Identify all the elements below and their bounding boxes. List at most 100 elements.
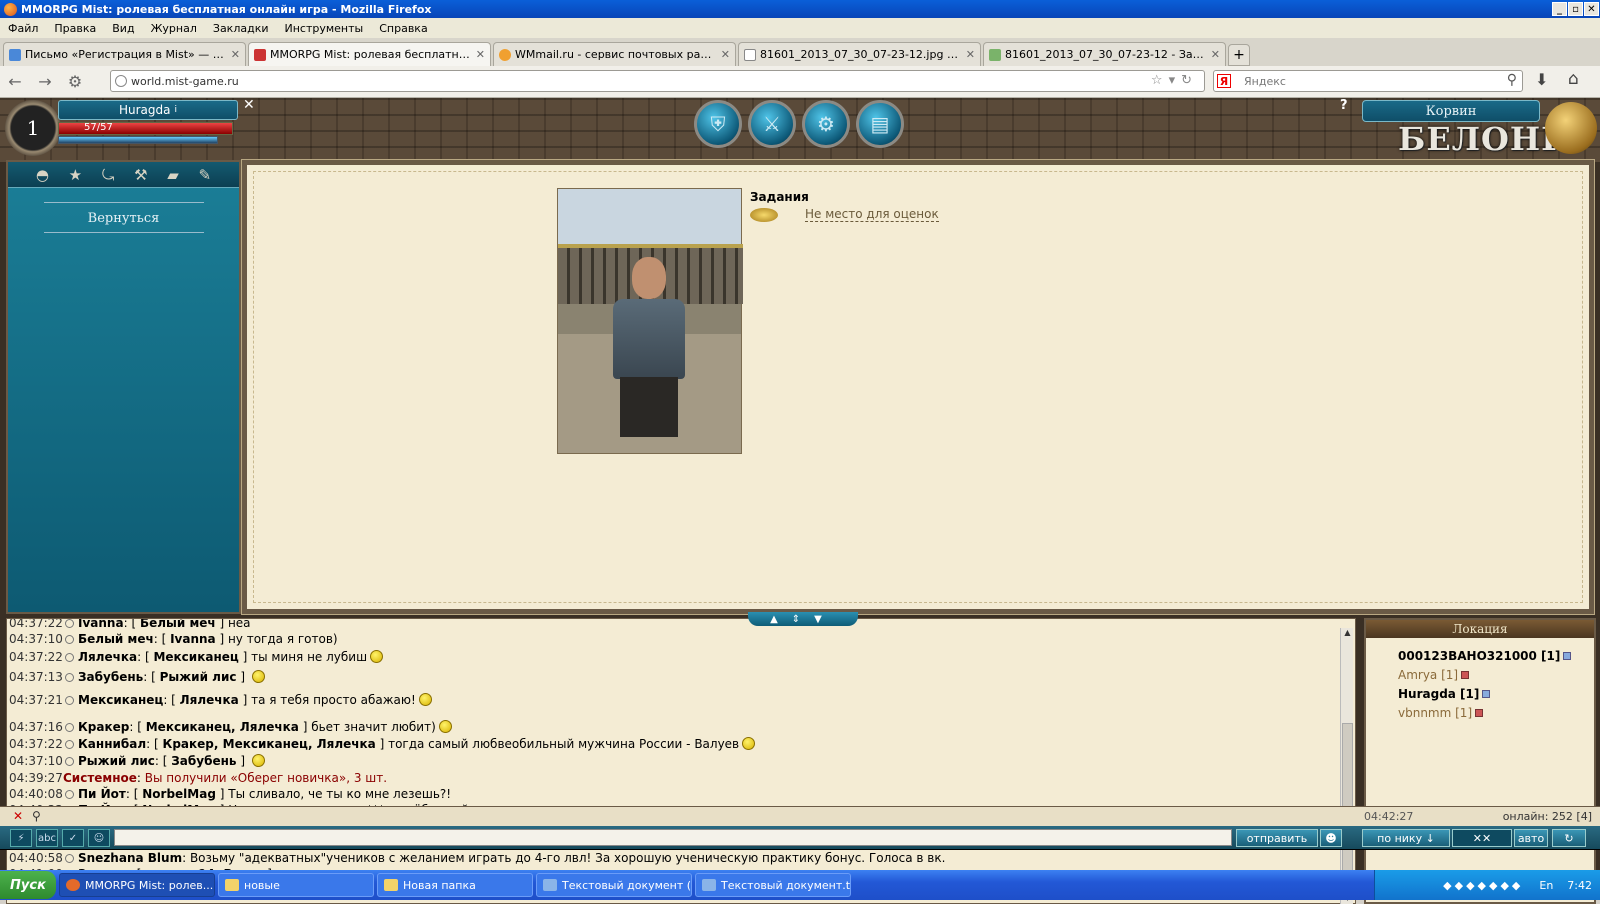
chat-author[interactable]: Забубень <box>78 670 143 684</box>
menu-help[interactable]: Справка <box>371 22 435 35</box>
task-folder-new[interactable]: новые <box>218 873 374 897</box>
back-link[interactable]: Вернуться <box>8 211 239 226</box>
scroll-up-icon[interactable]: ▲ <box>1342 628 1353 639</box>
user-info-icon[interactable] <box>1563 652 1572 660</box>
location-user[interactable]: Amrya [1] <box>1398 668 1470 682</box>
menu-edit[interactable]: Правка <box>46 22 104 35</box>
tab-close-icon[interactable]: ✕ <box>476 48 485 61</box>
search-chat-icon[interactable]: ⚲ <box>32 809 41 823</box>
user-info-icon[interactable] <box>1482 690 1491 698</box>
tab-mist-game[interactable]: MMORPG Mist: ролевая бесплатная онл... ✕ <box>248 42 491 66</box>
chat-recipient[interactable]: Забубень <box>171 754 236 768</box>
filter-icon[interactable]: ⚡ <box>10 829 32 847</box>
chat-recipient[interactable]: Кракер, Мексиканец, Лялечка <box>163 737 376 751</box>
chat-recipient[interactable]: Белый меч <box>140 619 216 630</box>
new-tab-button[interactable]: + <box>1228 44 1250 66</box>
tab-wmmail[interactable]: WMmail.ru - сервис почтовых рассылок... … <box>493 42 736 66</box>
help-icon[interactable]: ? <box>1340 98 1348 113</box>
tab-upload[interactable]: 81601_2013_07_30_07-23-12 - Заливка... ✕ <box>983 42 1226 66</box>
chat-scrollbar[interactable]: ▲ ▼ <box>1340 628 1353 904</box>
by-nick-button[interactable]: по нику ↓ <box>1362 829 1450 847</box>
refresh-icon[interactable]: ↻ <box>1552 829 1586 847</box>
user-info-icon[interactable] <box>65 757 74 766</box>
download-icon[interactable]: ⬇ <box>1535 70 1548 89</box>
menu-bookmarks[interactable]: Закладки <box>205 22 277 35</box>
chat-author[interactable]: Мексиканец <box>78 693 163 707</box>
chat-author[interactable]: Белый меч <box>78 632 154 646</box>
user-info-icon[interactable] <box>1461 671 1470 679</box>
close-window-icon[interactable]: ✕ <box>1584 2 1599 16</box>
tab-close-icon[interactable]: ✕ <box>966 48 975 61</box>
translit-icon[interactable]: abc <box>36 829 58 847</box>
chat-author[interactable]: Лялечка <box>78 650 137 664</box>
auto-button[interactable]: авто <box>1514 829 1548 847</box>
minimize-icon[interactable]: _ <box>1552 2 1567 16</box>
chat-author[interactable]: Кракер <box>78 720 129 734</box>
location-user[interactable]: vbnnmm [1] <box>1398 706 1484 720</box>
character-name-bar[interactable]: Huragda i <box>58 100 238 120</box>
user-info-icon[interactable] <box>65 723 74 732</box>
chat-recipient[interactable]: Мексиканец <box>153 650 238 664</box>
chat-recipient[interactable]: NorbelMag <box>142 787 216 801</box>
task-firefox[interactable]: MMORPG Mist: ролев... <box>59 873 215 897</box>
swords-icon[interactable]: ⚔ <box>748 100 796 148</box>
tray-icons[interactable]: ◆◆◆◆◆◆◆ <box>1443 879 1523 892</box>
star-icon[interactable]: ★ <box>69 166 82 184</box>
start-button[interactable]: Пуск <box>0 871 56 899</box>
chat-message-input[interactable] <box>114 829 1232 846</box>
settings-gear-icon[interactable]: ⚙ <box>802 100 850 148</box>
location-user[interactable]: Huragda [1] <box>1398 687 1491 701</box>
chat-author[interactable]: Системное <box>63 771 137 785</box>
helmet-icon[interactable]: ⛨ <box>694 100 742 148</box>
search-input[interactable]: Я Яндекс ⚲ <box>1213 70 1523 92</box>
user-info-icon[interactable] <box>65 740 74 749</box>
tab-close-icon[interactable]: ✕ <box>721 48 730 61</box>
chat-recipient[interactable]: Лялечка <box>180 693 239 707</box>
user-info-icon[interactable] <box>65 673 74 682</box>
location-user[interactable]: 000123ВАНО321000 [1] <box>1398 649 1572 663</box>
user-info-icon[interactable] <box>65 653 74 662</box>
restore-icon[interactable]: ▫ <box>1568 2 1583 16</box>
book-icon[interactable]: ▤ <box>856 100 904 148</box>
tab-close-icon[interactable]: ✕ <box>231 48 240 61</box>
chat-author[interactable]: Snezhana Blum <box>78 851 182 865</box>
user-info-icon[interactable] <box>65 635 74 644</box>
clear-icon[interactable]: ✕ <box>13 809 23 823</box>
user-info-icon[interactable] <box>65 696 74 705</box>
tab-image[interactable]: 81601_2013_07_30_07-23-12.jpg (изоб... ✕ <box>738 42 981 66</box>
chat-author[interactable]: Пи Йот <box>78 787 126 801</box>
user-info-icon[interactable] <box>65 854 74 863</box>
address-bar[interactable]: world.mist-game.ru ☆▾↻ <box>110 70 1205 92</box>
menu-history[interactable]: Журнал <box>143 22 205 35</box>
tab-close-icon[interactable]: ✕ <box>1211 48 1220 61</box>
task-text-doc-1[interactable]: Текстовый документ (5... <box>536 873 692 897</box>
users-icon[interactable]: ☺ <box>88 829 110 847</box>
task-text-doc-2[interactable]: Текстовый документ.t... <box>695 873 851 897</box>
chat-author[interactable]: Ivanna <box>78 619 124 630</box>
arm-icon[interactable]: ⤿ <box>102 166 115 184</box>
user-info-icon[interactable] <box>65 619 74 628</box>
tool-icon[interactable]: ✎ <box>199 166 212 184</box>
yandex-icon[interactable]: Я <box>1217 74 1231 88</box>
language-indicator[interactable]: En <box>1539 879 1553 892</box>
helmet-small-icon[interactable]: ◓ <box>36 166 49 184</box>
smiley-icon[interactable]: ☻ <box>1320 829 1342 847</box>
close-panel-icon[interactable]: ✕ <box>243 97 255 113</box>
chat-bubble-icon[interactable]: ▰ <box>167 166 179 184</box>
chat-author[interactable]: Рыжий лис <box>78 754 155 768</box>
hammer-icon[interactable]: ⚒ <box>134 166 147 184</box>
home-icon[interactable]: ⌂ <box>1568 69 1579 89</box>
back-icon[interactable]: ← <box>0 69 30 95</box>
menu-view[interactable]: Вид <box>104 22 142 35</box>
chat-recipient[interactable]: Ivanna <box>170 632 216 646</box>
search-icon[interactable]: ⚲ <box>1507 72 1517 88</box>
user-info-icon[interactable] <box>65 790 74 799</box>
menu-tools[interactable]: Инструменты <box>277 22 372 35</box>
send-button[interactable]: отправить <box>1236 829 1318 847</box>
menu-file[interactable]: Файл <box>0 22 46 35</box>
info-icon[interactable]: i <box>175 105 178 115</box>
chat-recipient[interactable]: Рыжий лис <box>160 670 237 684</box>
check-icon[interactable]: ✓ <box>62 829 84 847</box>
forward-icon[interactable]: → <box>30 69 60 95</box>
task-folder-new-folder[interactable]: Новая папка <box>377 873 533 897</box>
